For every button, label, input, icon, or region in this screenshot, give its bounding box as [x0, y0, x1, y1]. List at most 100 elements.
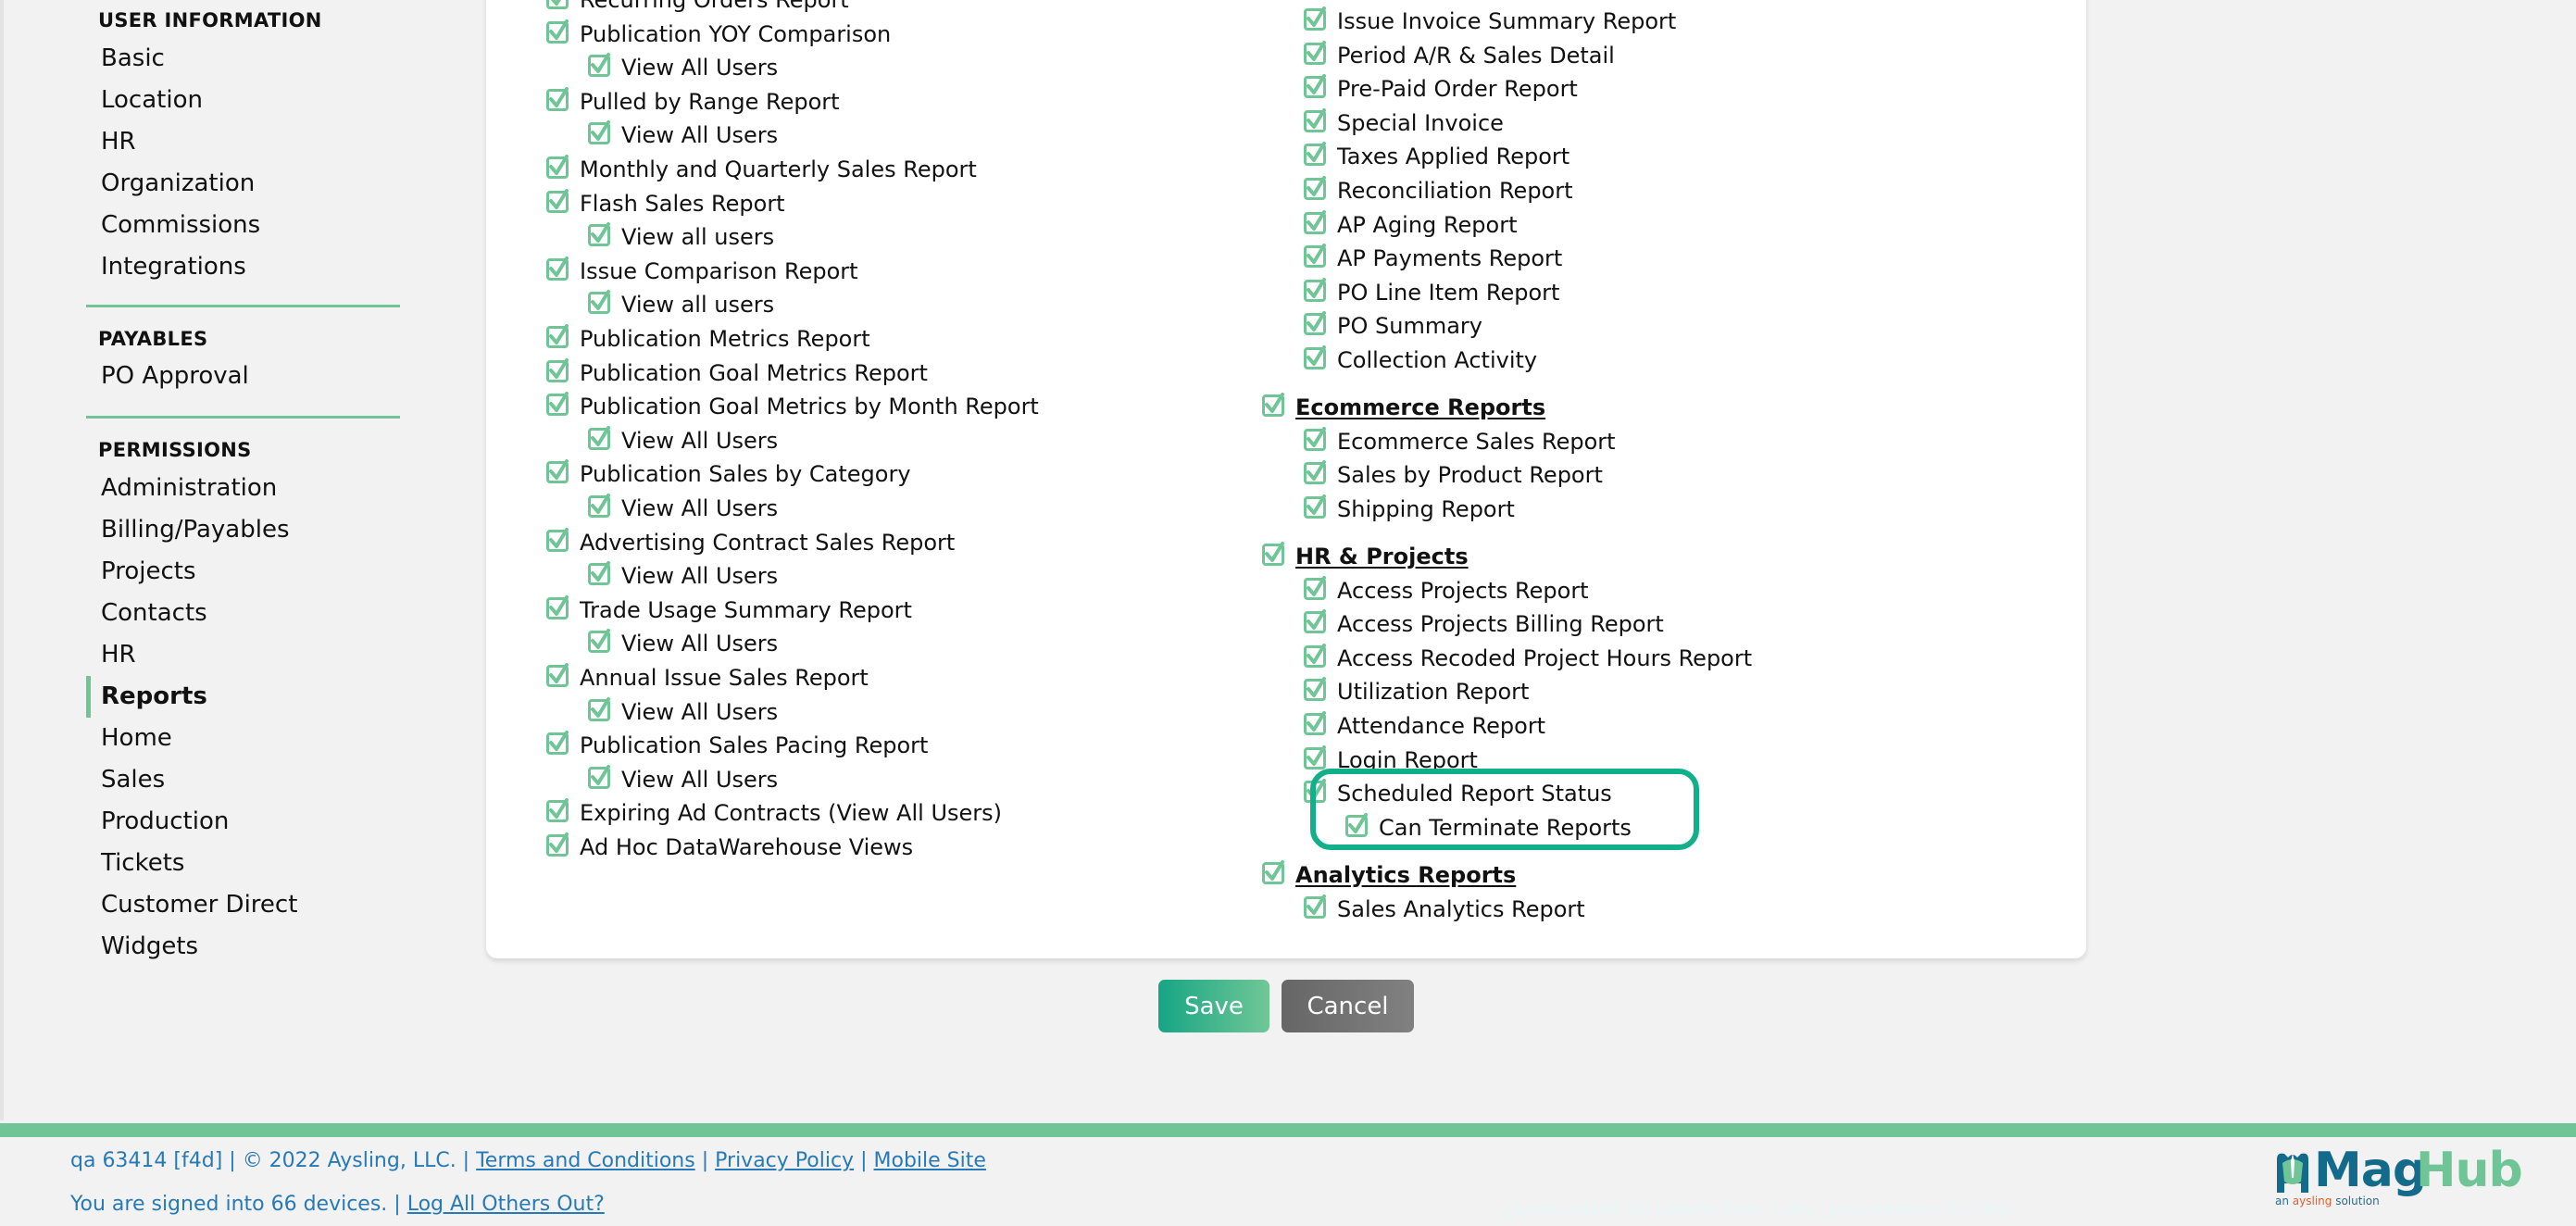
- permission-label[interactable]: Publication Goal Metrics Report: [580, 360, 928, 386]
- permission-label[interactable]: View all users: [621, 224, 774, 250]
- sidebar-item-hr-info[interactable]: HR: [101, 128, 136, 156]
- mobile-site-link[interactable]: Mobile Site: [874, 1149, 986, 1172]
- checkbox-checked-icon[interactable]: [588, 629, 610, 654]
- permission-label[interactable]: Access Projects Report: [1337, 578, 1589, 604]
- permission-label[interactable]: Period A/R & Sales Detail: [1337, 43, 1615, 69]
- permission-label[interactable]: View All Users: [621, 699, 778, 725]
- checkbox-checked-icon[interactable]: [546, 256, 569, 281]
- permission-label[interactable]: View All Users: [621, 767, 778, 793]
- permission-label[interactable]: PO Summary: [1337, 313, 1482, 339]
- checkbox-checked-icon[interactable]: [588, 290, 610, 315]
- permission-label[interactable]: Pre-Paid Order Report: [1337, 76, 1578, 102]
- checkbox-checked-icon[interactable]: [1345, 812, 1368, 837]
- checkbox-checked-icon[interactable]: [1304, 345, 1326, 369]
- permission-label[interactable]: Expiring Ad Contracts (View All Users): [580, 800, 1002, 826]
- permission-label[interactable]: Shipping Report: [1337, 496, 1515, 522]
- permission-label[interactable]: Special Invoice: [1337, 110, 1504, 136]
- sidebar-item-administration[interactable]: Administration: [101, 474, 277, 502]
- checkbox-checked-icon[interactable]: [1304, 609, 1326, 634]
- checkbox-checked-icon[interactable]: [546, 357, 569, 382]
- checkbox-checked-icon[interactable]: [546, 0, 569, 9]
- permission-label[interactable]: AP Aging Report: [1337, 212, 1517, 238]
- sidebar-item-home[interactable]: Home: [101, 724, 172, 752]
- checkbox-checked-icon[interactable]: [546, 188, 569, 213]
- checkbox-checked-icon[interactable]: [1304, 107, 1326, 132]
- checkbox-checked-icon[interactable]: [546, 731, 569, 756]
- checkbox-checked-icon[interactable]: [1304, 176, 1326, 200]
- permission-label[interactable]: Sales by Product Report: [1337, 462, 1603, 488]
- sidebar-item-widgets[interactable]: Widgets: [101, 932, 198, 960]
- permission-label[interactable]: PO Line Item Report: [1337, 280, 1559, 306]
- checkbox-checked-icon[interactable]: [588, 120, 610, 145]
- checkbox-checked-icon[interactable]: [588, 222, 610, 247]
- sidebar-item-organization[interactable]: Organization: [101, 169, 255, 197]
- permission-label[interactable]: Access Recoded Project Hours Report: [1337, 645, 1752, 671]
- permission-label[interactable]: View all users: [621, 292, 774, 318]
- permission-label[interactable]: Monthly and Quarterly Sales Report: [580, 156, 977, 182]
- log-others-out-link[interactable]: Log All Others Out?: [407, 1193, 605, 1216]
- permission-label[interactable]: Publication Sales by Category: [580, 461, 911, 487]
- checkbox-checked-icon[interactable]: [546, 392, 569, 417]
- permission-label[interactable]: Ecommerce Sales Report: [1337, 429, 1616, 455]
- checkbox-checked-icon[interactable]: [1304, 6, 1326, 31]
- permission-label[interactable]: Access Projects Billing Report: [1337, 611, 1664, 637]
- permission-label[interactable]: Advertising Contract Sales Report: [580, 530, 955, 556]
- permission-label[interactable]: Login Report: [1337, 747, 1478, 773]
- section-label[interactable]: Analytics Reports: [1295, 862, 1516, 888]
- checkbox-checked-icon[interactable]: [1304, 142, 1326, 167]
- permission-label[interactable]: Issue Comparison Report: [580, 258, 858, 284]
- checkbox-checked-icon[interactable]: [546, 663, 569, 687]
- sidebar-item-basic[interactable]: Basic: [101, 44, 165, 72]
- checkbox-checked-icon[interactable]: [588, 425, 610, 450]
- checkbox-checked-icon[interactable]: [1304, 494, 1326, 519]
- permission-label[interactable]: View All Users: [621, 428, 778, 454]
- checkbox-checked-icon[interactable]: [1304, 426, 1326, 451]
- sidebar-item-reports[interactable]: Reports: [101, 682, 207, 710]
- checkbox-checked-icon[interactable]: [1304, 209, 1326, 234]
- permission-label[interactable]: Trade Usage Summary Report: [580, 597, 912, 623]
- terms-link[interactable]: Terms and Conditions: [476, 1149, 695, 1172]
- sidebar-item-tickets[interactable]: Tickets: [101, 849, 184, 877]
- checkbox-checked-icon[interactable]: [546, 459, 569, 484]
- permission-label[interactable]: Reconciliation Report: [1337, 178, 1573, 204]
- checkbox-checked-icon[interactable]: [1304, 74, 1326, 99]
- permission-label[interactable]: Sales Analytics Report: [1337, 896, 1585, 922]
- checkbox-checked-icon[interactable]: [546, 86, 569, 111]
- permission-label[interactable]: Flash Sales Report: [580, 191, 785, 217]
- permission-label[interactable]: Publication Goal Metrics by Month Report: [580, 394, 1039, 419]
- permission-label[interactable]: View All Users: [621, 122, 778, 148]
- save-button[interactable]: Save: [1158, 980, 1269, 1032]
- sidebar-item-customer-direct[interactable]: Customer Direct: [101, 891, 297, 919]
- checkbox-checked-icon[interactable]: [546, 527, 569, 552]
- checkbox-checked-icon[interactable]: [546, 19, 569, 44]
- checkbox-checked-icon[interactable]: [1304, 575, 1326, 600]
- permission-label[interactable]: View All Users: [621, 631, 778, 657]
- checkbox-checked-icon[interactable]: [588, 494, 610, 518]
- permission-label[interactable]: Ad Hoc DataWarehouse Views: [580, 834, 913, 860]
- permission-label[interactable]: Issue Invoice Summary Report: [1337, 8, 1676, 34]
- checkbox-checked-icon[interactable]: [588, 696, 610, 721]
- permission-label[interactable]: Taxes Applied Report: [1337, 144, 1569, 169]
- sidebar-item-hr[interactable]: HR: [101, 641, 136, 669]
- sidebar-item-location[interactable]: Location: [101, 86, 203, 114]
- checkbox-checked-icon[interactable]: [1304, 643, 1326, 668]
- checkbox-checked-icon[interactable]: [1304, 460, 1326, 485]
- permission-label[interactable]: Attendance Report: [1337, 713, 1545, 739]
- checkbox-checked-icon[interactable]: [546, 594, 569, 619]
- checkbox-checked-icon[interactable]: [1304, 277, 1326, 302]
- checkbox-checked-icon[interactable]: [1304, 744, 1326, 769]
- permission-label[interactable]: Utilization Report: [1337, 679, 1529, 705]
- permission-label[interactable]: Annual Issue Sales Report: [580, 665, 869, 691]
- permission-label[interactable]: Collection Activity: [1337, 347, 1537, 373]
- permission-label[interactable]: View All Users: [621, 495, 778, 521]
- permission-label[interactable]: Scheduled Report Status: [1337, 781, 1612, 807]
- permission-label[interactable]: View All Users: [621, 55, 778, 81]
- checkbox-checked-icon[interactable]: [546, 832, 569, 857]
- checkbox-checked-icon[interactable]: [546, 798, 569, 823]
- sidebar-item-po-approval[interactable]: PO Approval: [101, 362, 249, 390]
- permission-label[interactable]: AP Payments Report: [1337, 245, 1562, 271]
- checkbox-checked-icon[interactable]: [1262, 542, 1284, 566]
- section-label[interactable]: HR & Projects: [1295, 544, 1469, 569]
- checkbox-checked-icon[interactable]: [1304, 894, 1326, 919]
- sidebar-item-integrations[interactable]: Integrations: [101, 253, 246, 281]
